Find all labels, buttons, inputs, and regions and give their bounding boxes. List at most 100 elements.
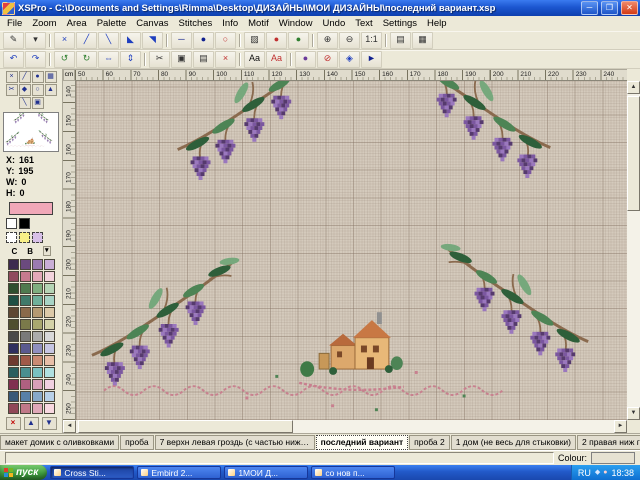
horizontal-scroll-thumb[interactable] xyxy=(78,420,293,433)
half-stitch-tool-icon[interactable]: ╱ xyxy=(19,71,31,83)
menu-file[interactable]: File xyxy=(2,16,27,31)
text-color-icon[interactable]: Aa xyxy=(266,51,287,68)
redo-icon[interactable]: ↷ xyxy=(25,51,46,68)
palette-swatch-45[interactable] xyxy=(20,391,31,402)
cut-area-tool-icon[interactable]: ✂ xyxy=(6,84,18,96)
palette-swatch-36[interactable] xyxy=(8,367,19,378)
cut-icon[interactable]: ✂ xyxy=(149,51,170,68)
palette-swatch-32[interactable] xyxy=(8,355,19,366)
palette-swatch-46[interactable] xyxy=(32,391,43,402)
palette-swatch-13[interactable] xyxy=(20,295,31,306)
palette-swatch-42[interactable] xyxy=(32,379,43,390)
remove-color-button[interactable]: × xyxy=(6,417,21,430)
palette-swatch-15[interactable] xyxy=(44,295,55,306)
start-button[interactable]: пуск xyxy=(0,465,47,480)
palette-scroll-up-icon[interactable]: ▲ xyxy=(24,417,39,430)
palette-swatch-51[interactable] xyxy=(44,403,55,414)
taskbar-task-3[interactable]: со нов п... xyxy=(311,466,395,479)
palette-swatch-10[interactable] xyxy=(32,283,43,294)
cross-stitch-tool-icon[interactable]: × xyxy=(6,71,18,83)
mirror-vertical-icon[interactable]: ⇕ xyxy=(120,51,141,68)
basic-swatch-1[interactable] xyxy=(19,218,30,229)
tool-dropdown-icon[interactable]: ▾ xyxy=(25,32,46,49)
pencil-tool-icon[interactable]: ✎ xyxy=(3,32,24,49)
minimize-button[interactable]: ─ xyxy=(581,1,598,15)
scroll-up-icon[interactable]: ▲ xyxy=(627,81,640,94)
palette-swatch-28[interactable] xyxy=(8,343,19,354)
quarter-stitch-icon[interactable]: ◣ xyxy=(120,32,141,49)
french-knot-icon[interactable]: ● xyxy=(193,32,214,49)
palette-swatch-20[interactable] xyxy=(8,319,19,330)
menu-info[interactable]: Info xyxy=(217,16,243,31)
scroll-right-icon[interactable]: ► xyxy=(614,420,627,433)
palette-swatch-48[interactable] xyxy=(8,403,19,414)
block-tool-icon[interactable]: ▣ xyxy=(32,97,44,109)
print-icon[interactable]: ▤ xyxy=(390,32,411,49)
tab-4[interactable]: проба 2 xyxy=(409,435,450,450)
palette-swatch-6[interactable] xyxy=(32,271,43,282)
title-bar[interactable]: XSPro - C:\Documents and Settings\Rimma\… xyxy=(0,0,640,16)
green-thread-icon[interactable]: ● xyxy=(288,32,309,49)
palette-swatch-27[interactable] xyxy=(44,331,55,342)
copy-icon[interactable]: ▣ xyxy=(171,51,192,68)
zoom-100-icon[interactable]: 1:1 xyxy=(361,32,382,49)
menu-help[interactable]: Help xyxy=(422,16,452,31)
language-indicator[interactable]: RU xyxy=(578,468,591,478)
backstitch-icon[interactable]: ─ xyxy=(171,32,192,49)
menu-canvas[interactable]: Canvas xyxy=(131,16,173,31)
blend-swatch-0[interactable] xyxy=(6,232,17,243)
tab-1[interactable]: проба xyxy=(120,435,153,450)
palette-swatch-38[interactable] xyxy=(32,367,43,378)
palette-swatch-21[interactable] xyxy=(20,319,31,330)
half-stitch-forward-icon[interactable]: ╱ xyxy=(76,32,97,49)
palette-swatch-19[interactable] xyxy=(44,307,55,318)
palette-swatch-1[interactable] xyxy=(20,259,31,270)
palette-swatch-34[interactable] xyxy=(32,355,43,366)
palette-swatch-0[interactable] xyxy=(8,259,19,270)
palette-dropdown-icon[interactable]: ▾ xyxy=(43,246,51,256)
palette-swatch-47[interactable] xyxy=(44,391,55,402)
tab-6[interactable]: 2 правая ниж гр xyxy=(577,435,640,450)
palette-swatch-35[interactable] xyxy=(44,355,55,366)
palette-swatch-33[interactable] xyxy=(20,355,31,366)
knot-stitch-tool-icon[interactable]: ● xyxy=(32,71,44,83)
horizontal-scrollbar[interactable]: ◄ ► xyxy=(63,420,627,433)
palette-swatch-49[interactable] xyxy=(20,403,31,414)
palette-swatch-3[interactable] xyxy=(44,259,55,270)
menu-palette[interactable]: Palette xyxy=(92,16,132,31)
current-color-swatch[interactable] xyxy=(9,202,53,215)
close-button[interactable]: ✕ xyxy=(621,1,638,15)
rotate-left-icon[interactable]: ↺ xyxy=(54,51,75,68)
palette-swatch-14[interactable] xyxy=(32,295,43,306)
red-thread-icon[interactable]: ● xyxy=(266,32,287,49)
basic-swatch-0[interactable] xyxy=(6,218,17,229)
palette-swatch-43[interactable] xyxy=(44,379,55,390)
tray-volume-icon[interactable]: ◆ xyxy=(595,468,600,477)
full-stitch-icon[interactable]: × xyxy=(54,32,75,49)
zoom-out-icon[interactable]: ⊖ xyxy=(339,32,360,49)
blend-swatch-2[interactable] xyxy=(32,232,43,243)
palette-swatch-7[interactable] xyxy=(44,271,55,282)
palette-swatch-16[interactable] xyxy=(8,307,19,318)
palette-swatch-31[interactable] xyxy=(44,343,55,354)
scroll-down-icon[interactable]: ▼ xyxy=(627,407,640,420)
menu-stitches[interactable]: Stitches xyxy=(173,16,217,31)
palette-swatch-5[interactable] xyxy=(20,271,31,282)
menu-window[interactable]: Window xyxy=(274,16,318,31)
taskbar-task-0[interactable]: Cross Sti... xyxy=(50,466,134,479)
taskbar-task-2[interactable]: 1МОИ Д... xyxy=(224,466,308,479)
vertical-scrollbar[interactable]: ▲ ▼ xyxy=(627,81,640,420)
palette-swatch-9[interactable] xyxy=(20,283,31,294)
menu-motif[interactable]: Motif xyxy=(243,16,274,31)
menu-zoom[interactable]: Zoom xyxy=(27,16,61,31)
horizontal-scroll-track[interactable] xyxy=(76,420,614,433)
fill-tool-icon[interactable]: ▨ xyxy=(244,32,265,49)
half-stitch-back-icon[interactable]: ╲ xyxy=(98,32,119,49)
palette-swatch-40[interactable] xyxy=(8,379,19,390)
motif-tool-icon[interactable]: ◈ xyxy=(339,51,360,68)
delete-icon[interactable]: × xyxy=(215,51,236,68)
back-half-stitch-tool-icon[interactable]: ╲ xyxy=(19,97,31,109)
palette-swatch-37[interactable] xyxy=(20,367,31,378)
three-quarter-stitch-icon[interactable]: ◥ xyxy=(142,32,163,49)
menu-settings[interactable]: Settings xyxy=(378,16,422,31)
